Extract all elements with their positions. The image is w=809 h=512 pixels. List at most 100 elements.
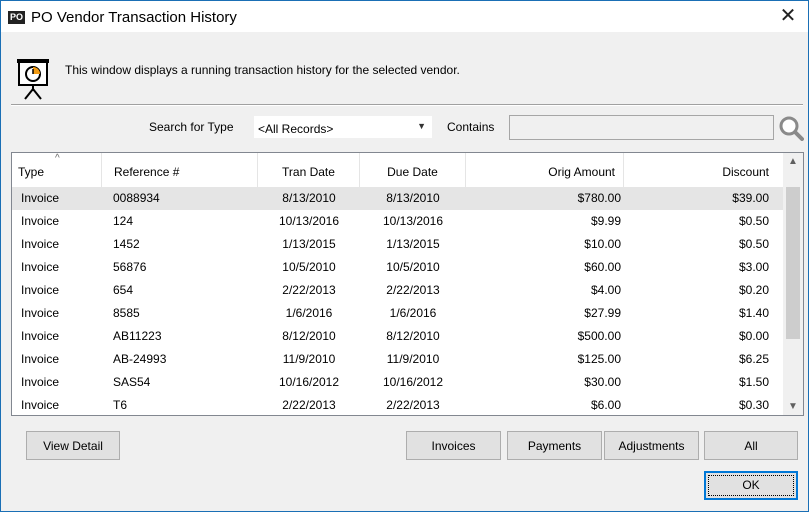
cell-tran-date: 2/22/2013 [282,283,336,297]
scroll-up-icon[interactable]: ▲ [783,153,803,170]
cell-reference: AB-24993 [113,352,167,366]
info-panel: This window displays a running transacti… [11,32,803,104]
table-row[interactable]: Invoice 654 2/22/2013 2/22/2013 $4.00 $0.20 [12,279,784,302]
cell-due-date: 8/13/2010 [386,191,440,205]
table-row[interactable]: Invoice T6 2/22/2013 2/22/2013 $6.00 $0.30 [12,394,784,415]
column-header-orig-amount[interactable]: Orig Amount [466,153,624,187]
presentation-clock-icon [17,59,49,100]
column-header-due-date[interactable]: Due Date [360,153,466,187]
cell-tran-date: 1/13/2015 [282,237,336,251]
cell-discount: $1.40 [738,306,769,320]
cell-tran-date: 10/5/2010 [282,260,336,274]
separator [11,104,803,106]
cell-orig-amount: $500.00 [577,329,621,343]
cell-due-date: 10/13/2016 [382,214,444,228]
cell-discount: $0.20 [738,283,769,297]
cell-discount: $0.50 [738,214,769,228]
cell-discount: $0.30 [738,398,769,412]
cell-reference: SAS54 [113,375,151,389]
app-icon: PO [8,11,25,24]
column-header-discount-label: Discount [722,165,769,179]
cell-due-date: 2/22/2013 [386,283,440,297]
column-header-reference-label: Reference # [114,165,180,179]
grid-header: ^ Type Reference # Tran Date Due Date Or… [12,153,784,187]
cell-orig-amount: $6.00 [590,398,621,412]
contains-input[interactable] [509,115,774,140]
cell-due-date: 1/6/2016 [389,306,437,320]
cell-due-date: 1/13/2015 [386,237,440,251]
column-header-reference[interactable]: Reference # [102,153,258,187]
ok-button[interactable]: OK [704,471,798,500]
table-row[interactable]: Invoice 8585 1/6/2016 1/6/2016 $27.99 $1.40 [12,302,784,325]
column-header-tran-date-label: Tran Date [282,165,335,179]
transaction-grid[interactable]: ^ Type Reference # Tran Date Due Date Or… [11,152,804,416]
cell-orig-amount: $10.00 [584,237,621,251]
cell-due-date: 2/22/2013 [386,398,440,412]
cell-due-date: 11/9/2010 [386,352,440,366]
table-row[interactable]: Invoice 56876 10/5/2010 10/5/2010 $60.00 $3.0… [12,256,784,279]
vendor-transaction-history-window: PO PO Vendor Transaction History ✕ This … [0,0,809,512]
table-row[interactable]: Invoice AB-24993 11/9/2010 11/9/2010 $125.00… [12,348,784,371]
all-button[interactable]: All [704,431,798,460]
vertical-scrollbar[interactable]: ▲ ▼ [783,153,803,415]
cell-reference: 124 [113,214,134,228]
cell-due-date: 8/12/2010 [386,329,440,343]
cell-due-date: 10/5/2010 [386,260,440,274]
column-header-tran-date[interactable]: Tran Date [258,153,360,187]
cell-tran-date: 10/16/2012 [278,375,340,389]
cell-type: Invoice [21,214,60,228]
magnifier-icon[interactable] [778,115,804,141]
ok-button-label: OK [708,475,794,496]
cell-discount: $39.00 [732,191,769,205]
invoices-button[interactable]: Invoices [406,431,501,460]
cell-due-date: 10/16/2012 [382,375,444,389]
cell-orig-amount: $60.00 [584,260,621,274]
cell-orig-amount: $27.99 [584,306,621,320]
cell-discount: $0.50 [738,237,769,251]
cell-orig-amount: $780.00 [577,191,621,205]
cell-reference: 654 [113,283,134,297]
column-header-discount[interactable]: Discount [624,153,784,187]
title-bar[interactable]: PO PO Vendor Transaction History ✕ [1,1,808,32]
cell-tran-date: 8/12/2010 [282,329,336,343]
cell-orig-amount: $9.99 [590,214,621,228]
cell-reference: 1452 [113,237,140,251]
adjustments-button[interactable]: Adjustments [604,431,699,460]
scroll-down-icon[interactable]: ▼ [783,398,803,415]
cell-type: Invoice [21,283,60,297]
table-row[interactable]: Invoice 1452 1/13/2015 1/13/2015 $10.00 $0.50 [12,233,784,256]
cell-type: Invoice [21,191,60,205]
sort-up-icon: ^ [55,153,60,164]
cell-discount: $3.00 [738,260,769,274]
column-header-orig-amount-label: Orig Amount [548,165,615,179]
type-dropdown-value: <All Records> [258,122,334,136]
cell-type: Invoice [21,329,60,343]
payments-button[interactable]: Payments [507,431,602,460]
search-type-label: Search for Type [149,120,234,134]
cell-reference: 56876 [113,260,147,274]
cell-type: Invoice [21,237,60,251]
cell-orig-amount: $30.00 [584,375,621,389]
type-dropdown[interactable]: <All Records> ▼ [253,115,433,139]
cell-reference: 8585 [113,306,140,320]
view-detail-button[interactable]: View Detail [26,431,120,460]
scrollbar-thumb[interactable] [786,187,800,339]
cell-reference: T6 [113,398,128,412]
cell-discount: $1.50 [738,375,769,389]
cell-tran-date: 11/9/2010 [282,352,336,366]
cell-tran-date: 8/13/2010 [282,191,336,205]
column-header-type-label: Type [18,165,45,179]
table-row[interactable]: Invoice 0088934 8/13/2010 8/13/2010 $780.00 $… [12,187,784,210]
cell-orig-amount: $125.00 [577,352,621,366]
cell-tran-date: 10/13/2016 [278,214,340,228]
table-row[interactable]: Invoice SAS54 10/16/2012 10/16/2012 $30.00 $1… [12,371,784,394]
info-description: This window displays a running transacti… [65,63,460,77]
column-header-type[interactable]: ^ Type [12,153,102,187]
cell-discount: $6.25 [738,352,769,366]
cell-type: Invoice [21,260,60,274]
cell-orig-amount: $4.00 [590,283,621,297]
cell-tran-date: 2/22/2013 [282,398,336,412]
close-button[interactable]: ✕ [768,1,808,32]
table-row[interactable]: Invoice 124 10/13/2016 10/13/2016 $9.99 $0.50 [12,210,784,233]
table-row[interactable]: Invoice AB11223 8/12/2010 8/12/2010 $500.00 $… [12,325,784,348]
